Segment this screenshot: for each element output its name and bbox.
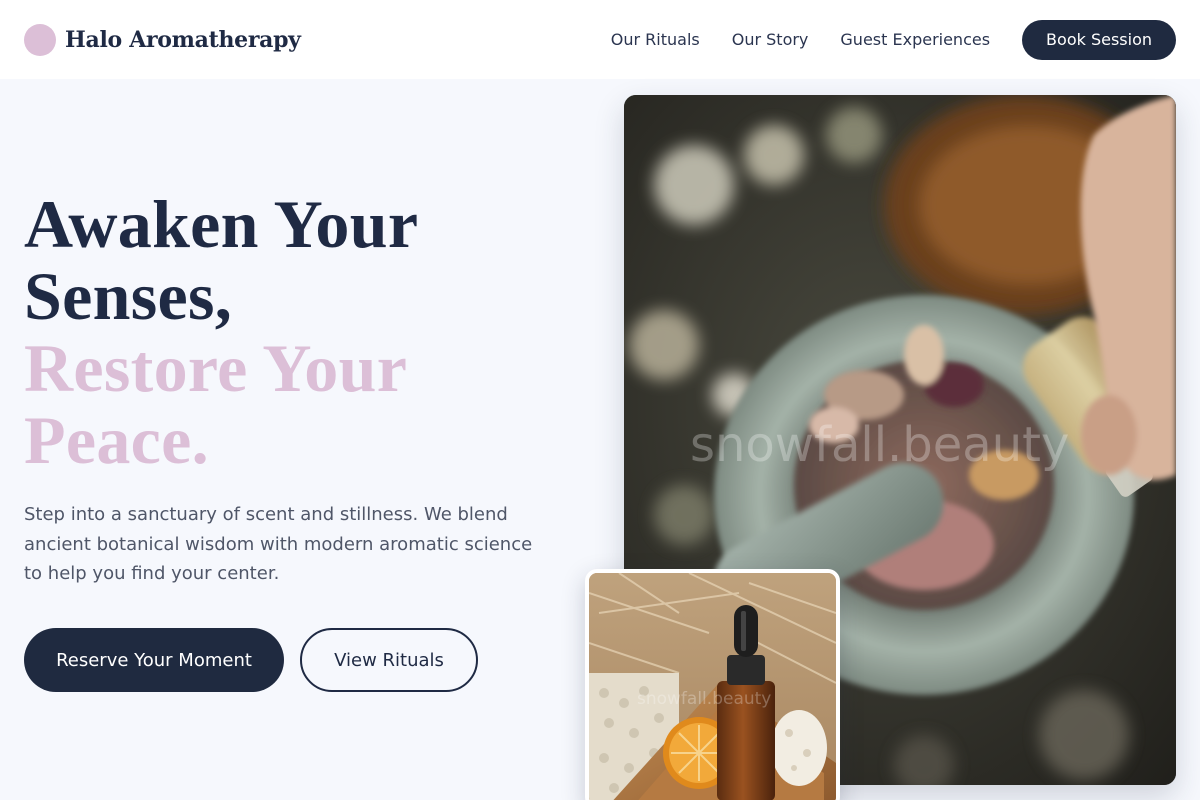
dropper-bottle-photo: snowfall.beauty: [585, 569, 840, 800]
brand[interactable]: Halo Aromatherapy: [24, 23, 301, 56]
circle-logo-icon: [24, 23, 56, 56]
hero-accent-line-1: Restore Your: [24, 330, 408, 406]
reserve-moment-button[interactable]: Reserve Your Moment: [24, 628, 284, 692]
nav-link-guest-experiences[interactable]: Guest Experiences: [840, 30, 990, 49]
main-nav: Our Rituals Our Story Guest Experiences …: [611, 19, 1176, 60]
view-rituals-button[interactable]: View Rituals: [300, 628, 478, 692]
dropper-bottle-illustration: [589, 573, 836, 800]
hero-title-line-1: Awaken Your: [24, 186, 419, 262]
nav-link-our-rituals[interactable]: Our Rituals: [611, 30, 700, 49]
hero-title: Awaken Your Senses, Restore Your Peace.: [24, 188, 584, 476]
book-session-button[interactable]: Book Session: [1022, 19, 1176, 60]
hero-accent-line-2: Peace.: [24, 402, 209, 478]
brand-name: Halo Aromatherapy: [65, 26, 301, 53]
hero-title-line-2: Senses,: [24, 258, 233, 334]
site-header: Halo Aromatherapy Our Rituals Our Story …: [0, 0, 1200, 79]
hero-description: Step into a sanctuary of scent and still…: [24, 504, 533, 584]
nav-link-our-story[interactable]: Our Story: [732, 30, 809, 49]
